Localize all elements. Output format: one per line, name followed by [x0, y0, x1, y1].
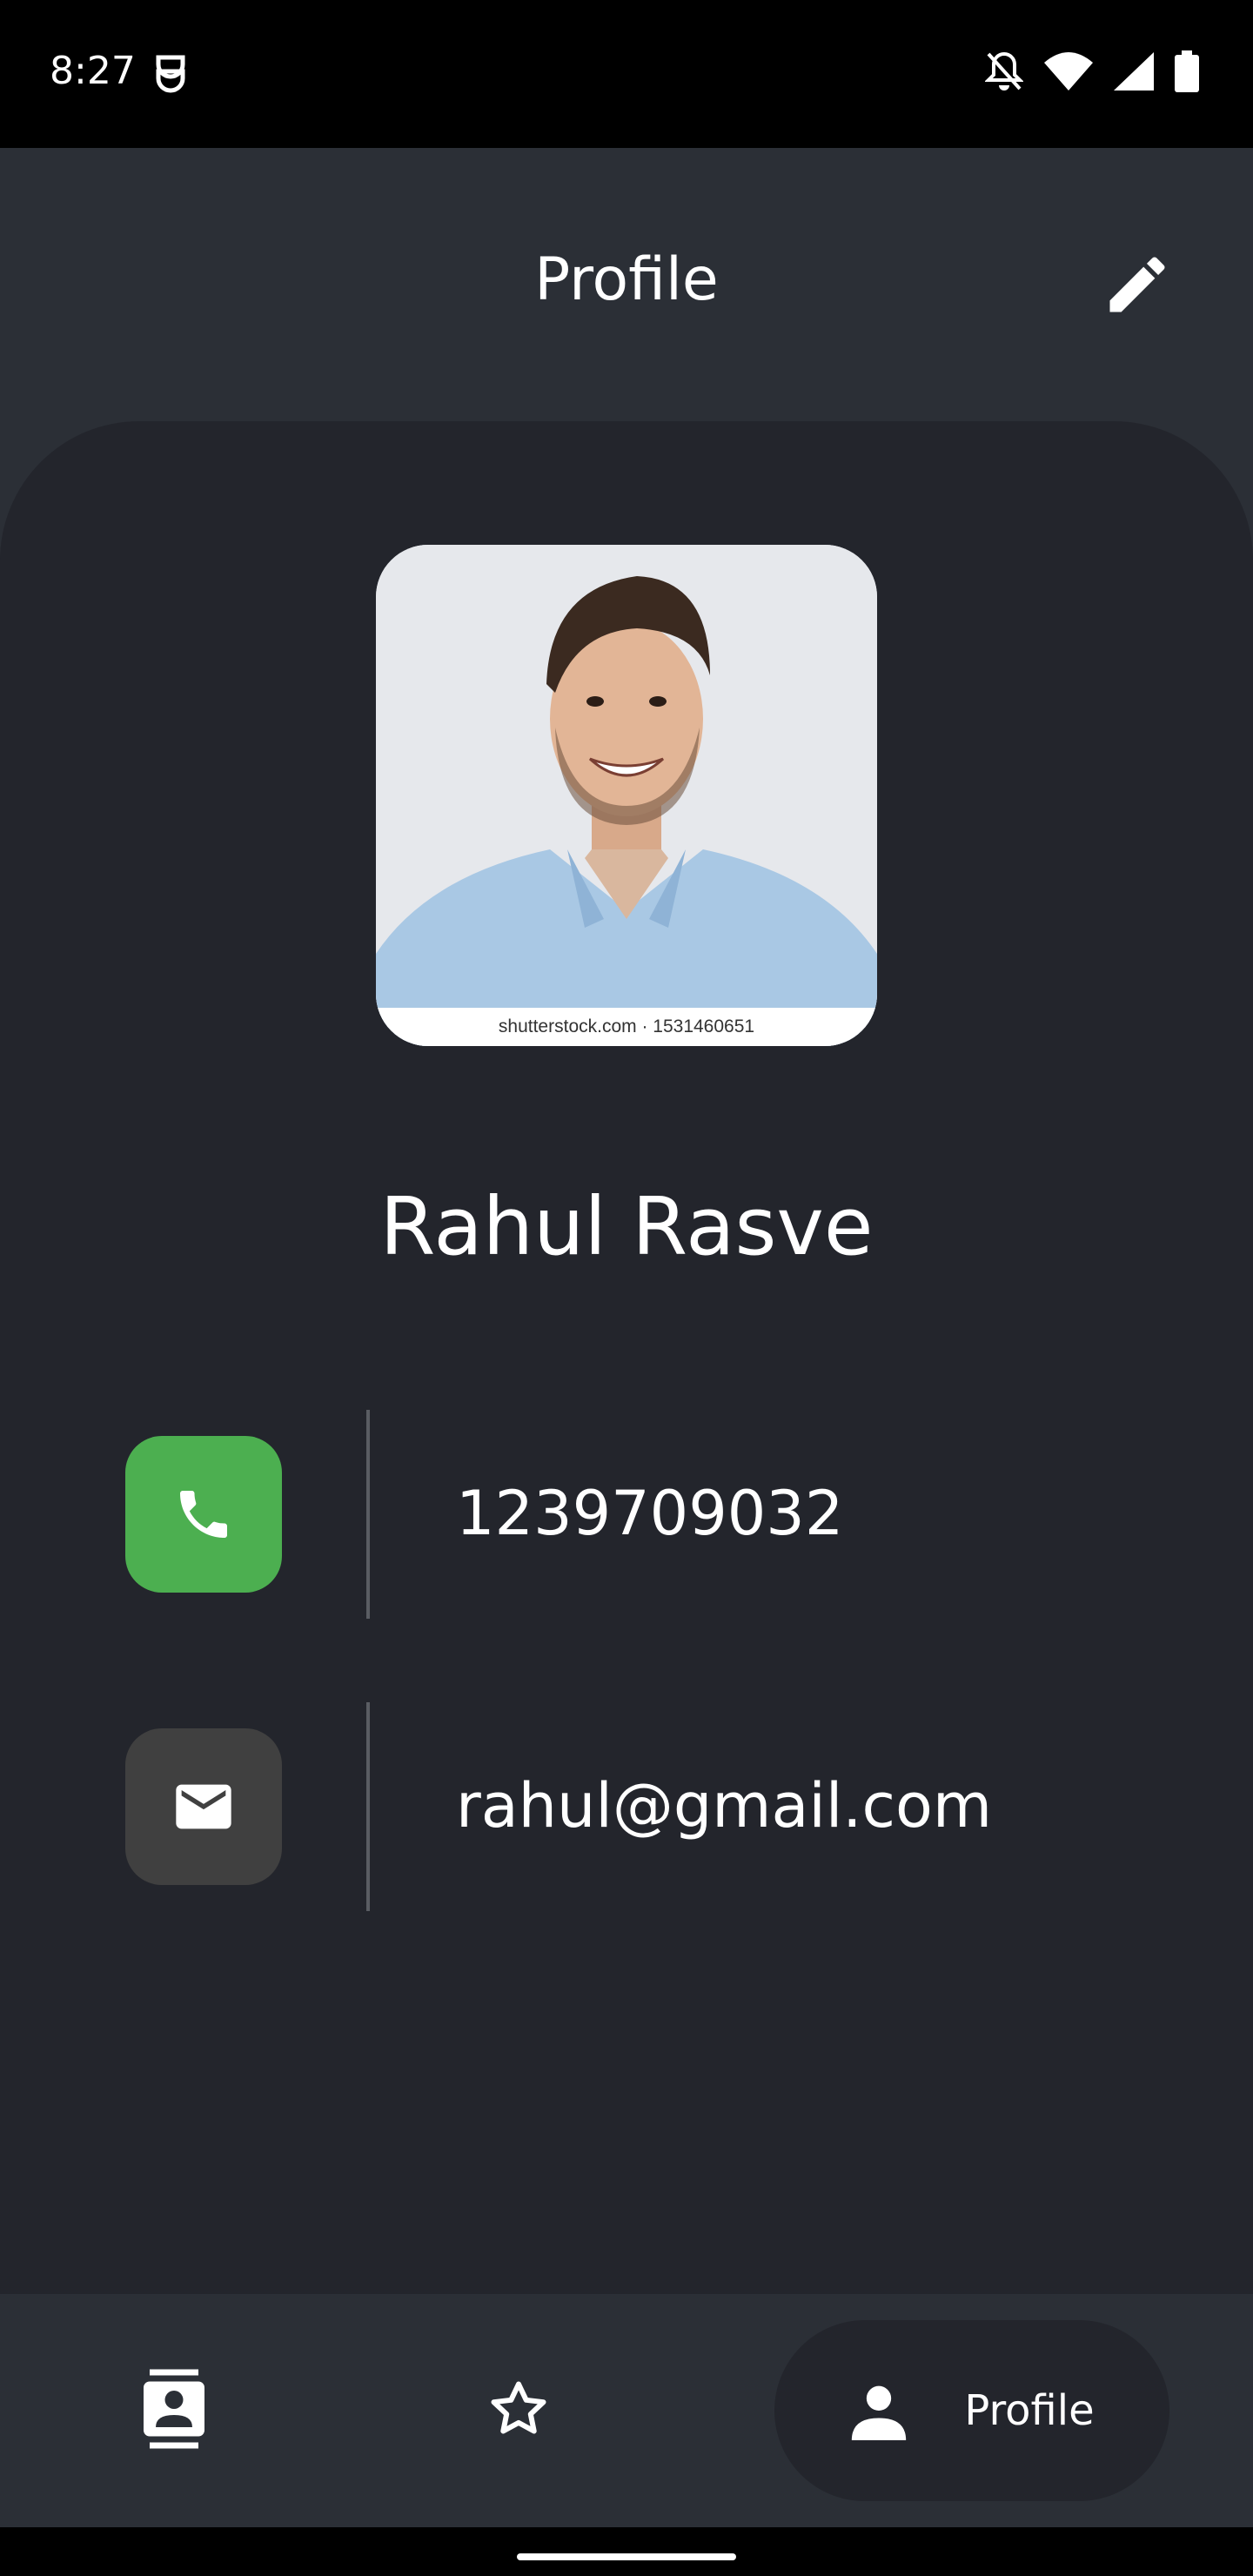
battery-icon — [1175, 50, 1199, 96]
phone-icon — [180, 1491, 227, 1538]
email-row[interactable]: rahul@gmail.com — [0, 1702, 1253, 1911]
edit-button[interactable] — [1098, 245, 1176, 324]
page-title: Profile — [534, 245, 719, 314]
email-button[interactable] — [125, 1728, 282, 1885]
nav-contacts[interactable] — [131, 2365, 218, 2452]
status-time: 8:27 — [50, 49, 136, 93]
star-icon — [491, 2381, 546, 2434]
bottom-navigation: Profile — [0, 2294, 1253, 2527]
phone-row[interactable]: 1239709032 — [0, 1410, 1253, 1619]
nav-favorites[interactable] — [475, 2365, 562, 2452]
do-not-disturb-icon — [984, 50, 1024, 96]
photo-caption: shutterstock.com · 1531460651 — [376, 1008, 877, 1046]
cell-signal-icon — [1114, 52, 1154, 94]
nav-profile[interactable]: Profile — [774, 2320, 1169, 2501]
email-address: rahul@gmail.com — [456, 1770, 993, 1841]
contacts-icon — [144, 2369, 204, 2449]
pencil-icon — [1109, 257, 1165, 312]
divider — [366, 1410, 370, 1619]
wifi-icon — [1044, 52, 1093, 94]
profile-name: Rahul Rasve — [379, 1180, 874, 1273]
profile-photo[interactable]: shutterstock.com · 1531460651 — [376, 545, 877, 1046]
person-icon — [852, 2385, 907, 2440]
person-photo — [376, 545, 877, 1046]
gesture-area — [0, 2527, 1253, 2576]
notification-app-icon — [153, 52, 188, 96]
gesture-handle[interactable] — [517, 2553, 736, 2560]
status-bar: 8:27 — [0, 0, 1253, 148]
mail-icon — [176, 1784, 231, 1829]
divider — [366, 1702, 370, 1911]
call-button[interactable] — [125, 1436, 282, 1593]
nav-profile-label: Profile — [964, 2386, 1095, 2435]
app-bar: Profile — [0, 148, 1253, 421]
phone-number: 1239709032 — [456, 1478, 844, 1549]
